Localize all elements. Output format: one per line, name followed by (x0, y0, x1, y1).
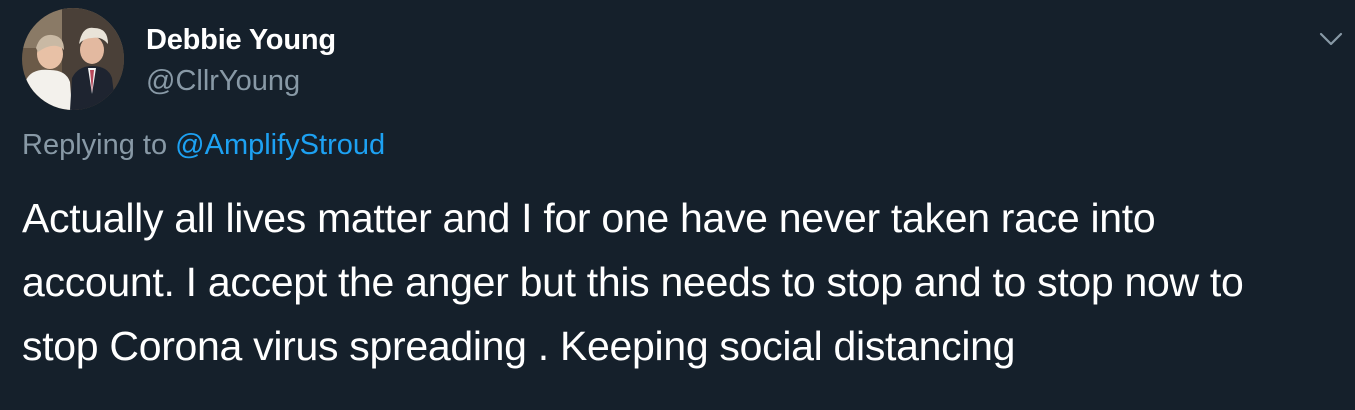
tweet-text-line: stop Corona virus spreading . Keeping so… (22, 323, 1016, 369)
tweet: Debbie Young @CllrYoung Replying to @Amp… (0, 0, 1355, 410)
tweet-text-line: Actually all lives matter and I for one … (22, 195, 1156, 241)
avatar[interactable] (22, 8, 124, 110)
tweet-text: Actually all lives matter and I for one … (22, 186, 1347, 378)
avatar-photo-icon (22, 8, 124, 110)
replying-to-line: Replying to @AmplifyStroud (22, 129, 385, 162)
reply-target-link[interactable]: @AmplifyStroud (175, 129, 385, 161)
author-handle[interactable]: @CllrYoung (146, 65, 300, 98)
chevron-down-icon[interactable] (1318, 30, 1344, 48)
author-display-name[interactable]: Debbie Young (146, 24, 336, 57)
tweet-text-line: account. I accept the anger but this nee… (22, 259, 1244, 305)
replying-to-label: Replying to (22, 129, 176, 161)
